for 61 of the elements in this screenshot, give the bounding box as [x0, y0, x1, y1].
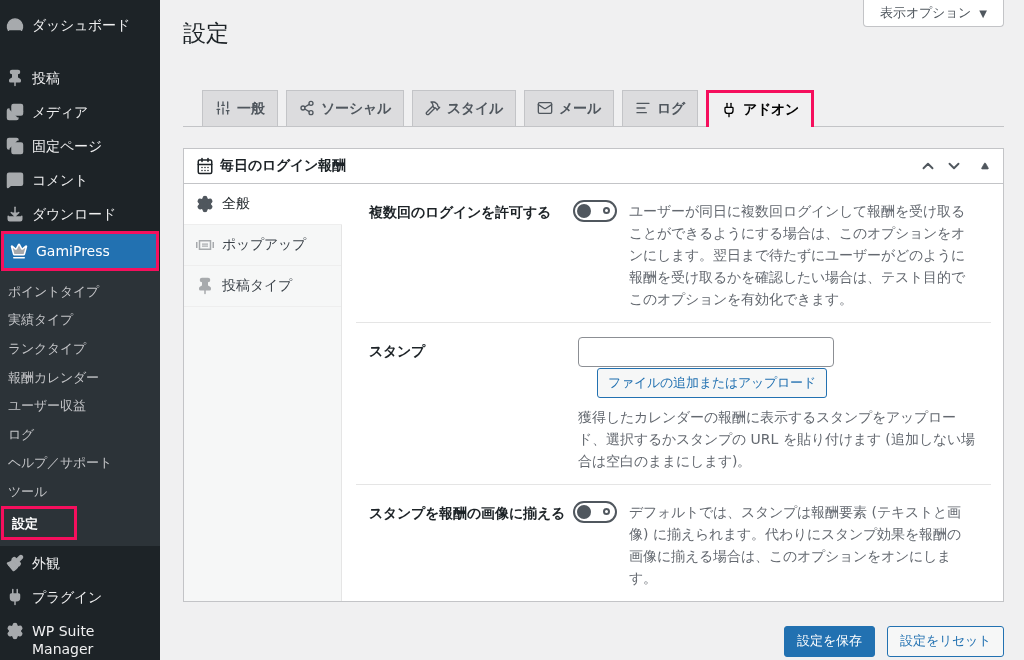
field-label: スタンプを報酬の画像に揃える	[368, 503, 566, 523]
vertical-tab[interactable]: 投稿タイプ	[184, 265, 341, 307]
submenu-item[interactable]: ランクタイプ	[0, 334, 160, 363]
field-description: デフォルトでは、スタンプは報酬要素 (テキストと画像) に揃えられます。代わりにスタンプ効果を報酬の画像に揃える場合は、このオプションをオンにします。	[629, 502, 962, 588]
field-label: スタンプ	[368, 341, 427, 361]
sidebar-item[interactable]: GamiPress	[1, 231, 159, 271]
sidebar-item[interactable]: メディア	[0, 95, 160, 129]
settings-icon	[6, 622, 24, 641]
field-description: 獲得したカレンダーの報酬に表示するスタンプをアップロード、選択するかスタンプの URL を貼り付けます (追加しない場合は空白のままにします)。	[578, 407, 976, 471]
plug-icon	[721, 101, 737, 118]
sidebar-item[interactable]: ダッシュボード	[0, 8, 160, 42]
submenu-item[interactable]: 実績タイプ	[0, 305, 160, 335]
lines-icon	[635, 100, 651, 116]
upload-button[interactable]: ファイルの追加またはアップロード	[597, 367, 827, 398]
submenu-item[interactable]: 設定	[1, 505, 77, 541]
comment-icon	[6, 171, 24, 189]
settings-tab[interactable]: 一般	[202, 89, 278, 126]
share-icon	[299, 100, 315, 116]
field-label: 複数回のログインを許可する	[368, 202, 552, 222]
sidebar-item[interactable]: プラグイン	[0, 580, 160, 615]
stamp-url-field[interactable]	[578, 336, 834, 367]
settings-tab[interactable]: アドオン	[706, 89, 814, 127]
settings-tab[interactable]: メール	[524, 89, 614, 126]
brush-icon	[6, 554, 24, 573]
sidebar-item[interactable]: ダウンロード	[0, 197, 160, 231]
sidebar-item[interactable]: コメント	[0, 163, 160, 197]
submenu-item[interactable]: ユーザー収益	[0, 391, 160, 420]
page-title: 設定	[183, 19, 229, 48]
toggle-switch[interactable]	[573, 199, 617, 222]
field-description: ユーザーが同日に複数回ログインして報酬を受け取ることができるようにする場合は、このオプションをオンにします。翌日まで待たずにユーザーがどのように報酬を受け取るかを確認したい場合は、テスト目的でこのオプションを有効化できます。	[629, 201, 966, 309]
submenu-item[interactable]: ポイントタイプ	[0, 277, 160, 306]
submenu-item[interactable]: ヘルプ／サポート	[0, 448, 160, 478]
submenu-item[interactable]: 報酬カレンダー	[0, 362, 160, 392]
save-button[interactable]: 設定を保存	[784, 625, 875, 657]
vertical-tab[interactable]: ポップアップ	[184, 224, 341, 266]
crown-icon	[10, 242, 28, 260]
gear-icon	[196, 194, 214, 213]
calendar-icon	[196, 156, 214, 175]
popup-icon	[196, 239, 214, 250]
vertical-tab[interactable]: 全般	[184, 183, 342, 225]
reset-button[interactable]: 設定をリセット	[887, 625, 1004, 657]
pin-icon	[196, 276, 214, 295]
pin-icon	[6, 69, 24, 87]
settings-tab[interactable]: ソーシャル	[286, 89, 404, 126]
pages-icon	[6, 137, 24, 155]
sliders-icon	[215, 100, 231, 116]
submenu-item[interactable]: ログ	[0, 419, 160, 449]
panel-title: 毎日のログイン報酬	[220, 156, 347, 175]
settings-tab[interactable]: スタイル	[412, 89, 516, 126]
hammer-icon	[425, 100, 441, 116]
download-icon	[6, 205, 24, 223]
settings-tab[interactable]: ログ	[622, 89, 698, 126]
toggle-switch[interactable]	[573, 500, 617, 523]
sidebar-item[interactable]: WP Suite Manager	[0, 614, 160, 660]
screen-options-button[interactable]: 表示オプション ▼	[863, 0, 1004, 27]
sidebar-item[interactable]: 投稿	[0, 61, 160, 95]
mail-icon	[537, 100, 553, 116]
triangle-icon	[981, 161, 989, 170]
sidebar-item[interactable]: 固定ページ	[0, 129, 160, 163]
sidebar-item[interactable]: 外観	[0, 546, 160, 581]
submenu-item[interactable]: ツール	[0, 477, 160, 506]
